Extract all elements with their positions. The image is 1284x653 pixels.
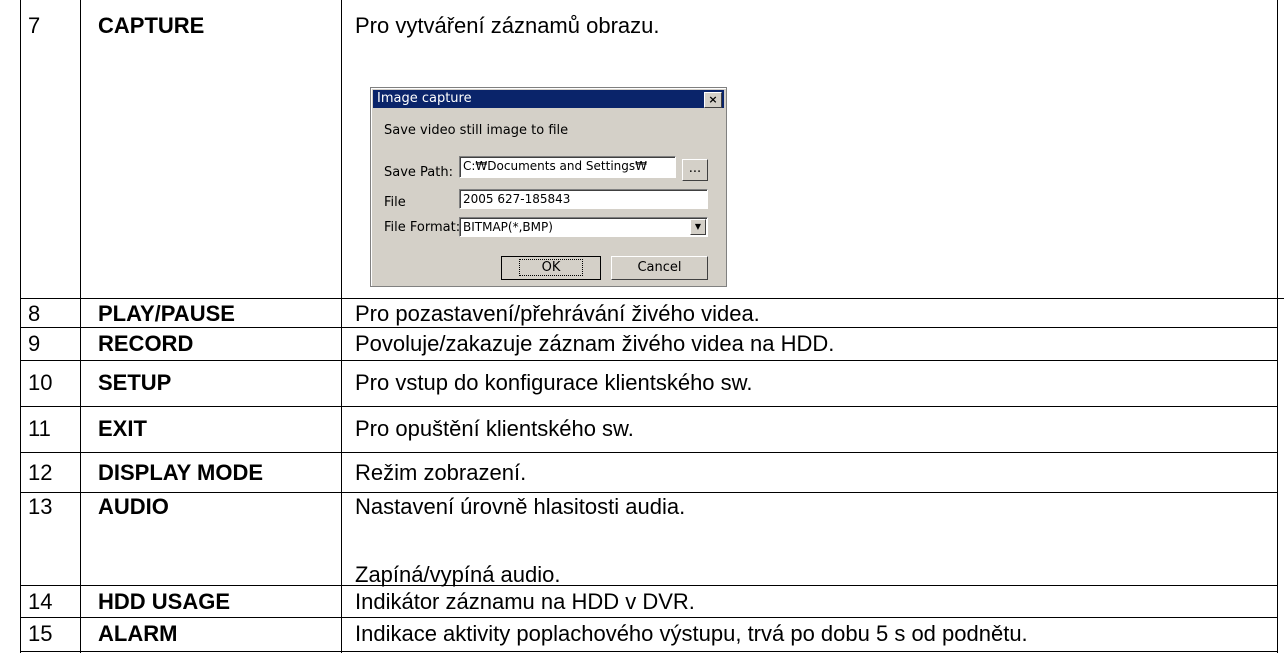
close-icon[interactable]: × <box>704 92 722 108</box>
row-name: AUDIO <box>98 494 169 519</box>
row-name: SETUP <box>98 370 172 395</box>
row-number: 9 <box>28 331 41 356</box>
row-description: Režim zobrazení. <box>355 460 527 485</box>
row-separator <box>20 585 1277 586</box>
row-number: 10 <box>28 370 53 395</box>
row-description: Povoluje/zakazuje záznam živého videa na… <box>355 331 835 356</box>
row-number: 11 <box>28 416 51 441</box>
image-capture-dialog: Image capture × Save video still image t… <box>370 87 727 287</box>
ok-button[interactable]: OK <box>501 256 601 280</box>
row-description-secondary: Zapíná/vypíná audio. <box>355 562 561 587</box>
row-name: PLAY/PAUSE <box>98 301 235 326</box>
row-name: DISPLAY MODE <box>98 460 264 485</box>
row-description: Pro vytváření záznamů obrazu. <box>355 13 660 38</box>
row-separator <box>20 298 1284 299</box>
browse-button[interactable]: ... <box>682 159 708 181</box>
save-path-label: Save Path: <box>384 165 453 180</box>
row-name: RECORD <box>98 331 194 356</box>
file-format-select[interactable]: BITMAP(*,BMP) ▼ <box>459 217 708 237</box>
table-border-right <box>1277 0 1278 653</box>
row-separator <box>20 651 1277 652</box>
row-number: 15 <box>28 621 53 646</box>
row-separator <box>20 492 1277 493</box>
row-description: Indikátor záznamu na HDD v DVR. <box>355 589 695 614</box>
file-format-label: File Format: <box>384 220 461 235</box>
row-number: 7 <box>28 13 41 38</box>
row-separator <box>20 406 1277 407</box>
file-label: File <box>384 195 406 210</box>
row-separator <box>20 360 1277 361</box>
row-number: 8 <box>28 301 41 326</box>
dialog-title: Image capture <box>377 91 472 106</box>
row-name: ALARM <box>98 621 178 646</box>
row-description: Indikace aktivity poplachového výstupu, … <box>355 621 1028 646</box>
row-name: HDD USAGE <box>98 589 231 614</box>
row-description: Pro vstup do konfigurace klientského sw. <box>355 370 753 395</box>
dialog-titlebar: Image capture × <box>373 90 724 108</box>
row-number: 12 <box>28 460 53 485</box>
file-field[interactable]: 2005 627-185843 <box>459 189 708 209</box>
row-separator <box>20 452 1277 453</box>
dialog-message: Save video still image to file <box>384 123 569 138</box>
row-name: CAPTURE <box>98 13 205 38</box>
row-separator <box>20 327 1277 328</box>
row-description: Nastavení úrovně hlasitosti audia. <box>355 494 686 519</box>
row-number: 14 <box>28 589 53 614</box>
row-separator <box>20 617 1277 618</box>
save-path-field[interactable]: C:₩Documents and Settings₩ <box>459 156 676 178</box>
cancel-button[interactable]: Cancel <box>611 256 708 280</box>
file-format-value: BITMAP(*,BMP) <box>463 220 553 234</box>
ok-label: OK <box>518 259 584 276</box>
row-description: Pro opuštění klientského sw. <box>355 416 634 441</box>
row-description: Pro pozastavení/přehrávání živého videa. <box>355 301 760 326</box>
row-number: 13 <box>28 494 53 519</box>
chevron-down-icon[interactable]: ▼ <box>690 219 706 235</box>
row-name: EXIT <box>98 416 147 441</box>
